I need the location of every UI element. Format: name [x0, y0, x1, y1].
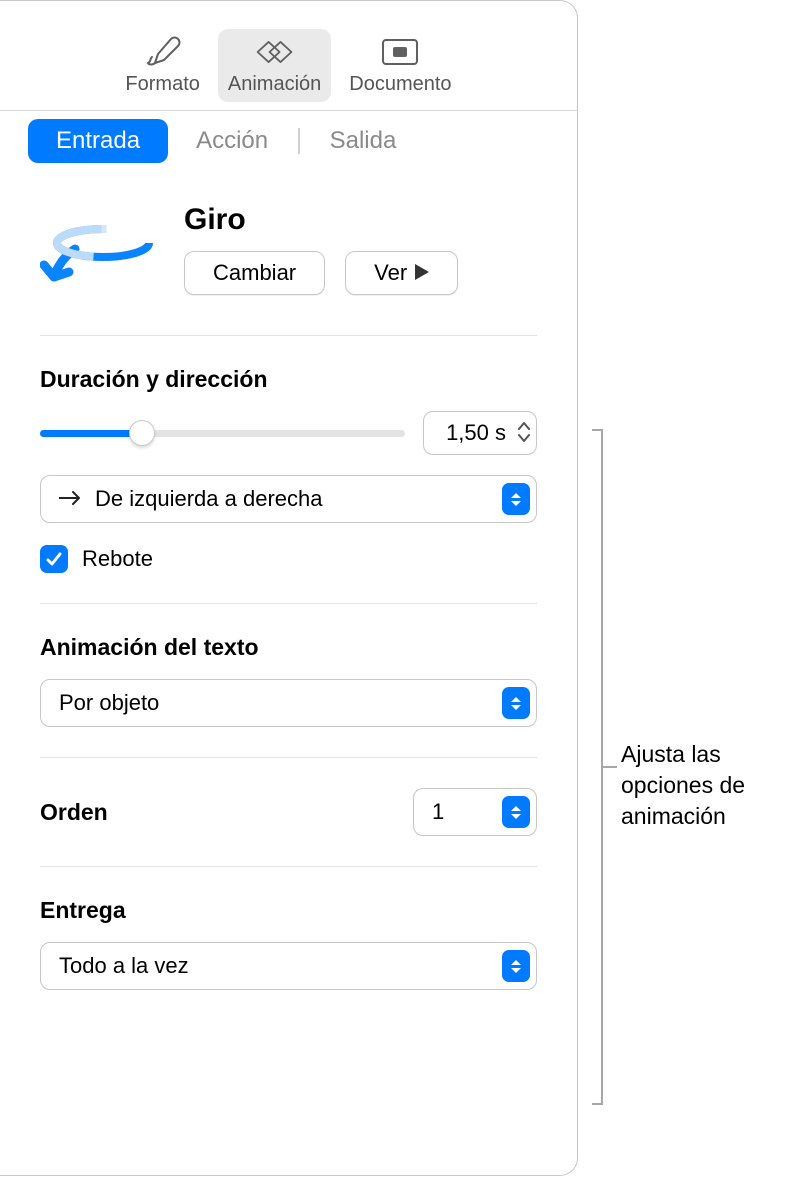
callout-tick [603, 766, 617, 768]
direction-popup[interactable]: De izquierda a derecha [40, 475, 537, 523]
duration-stepper[interactable]: 1,50 s [423, 411, 537, 455]
content-area: Giro Cambiar Ver Duración y dirección [0, 163, 577, 1020]
tab-build-in[interactable]: Entrada [28, 119, 168, 163]
bounce-checkbox[interactable] [40, 545, 68, 573]
effect-controls: Giro Cambiar Ver [184, 203, 537, 295]
popup-indicator-icon [502, 483, 530, 515]
format-tab[interactable]: Formato [115, 29, 209, 102]
stepper-down-icon[interactable] [518, 433, 530, 445]
direction-value: De izquierda a derecha [95, 486, 322, 512]
stepper-arrows[interactable] [516, 421, 536, 445]
text-animation-value: Por objeto [59, 690, 159, 716]
text-animation-section: Animación del texto Por objeto [40, 604, 537, 758]
effect-header: Giro Cambiar Ver [40, 203, 537, 336]
tab-build-out[interactable]: Salida [302, 119, 425, 163]
duration-value: 1,50 s [424, 420, 516, 446]
order-popup[interactable]: 1 [413, 788, 537, 836]
arrow-right-icon [59, 486, 83, 512]
document-tab[interactable]: Documento [339, 29, 461, 102]
inspector-panel: Formato Animación Documento Entrada A [0, 0, 578, 1176]
document-icon [379, 35, 421, 69]
top-toolbar: Formato Animación Documento [0, 1, 577, 111]
animation-subtabs: Entrada Acción Salida [0, 111, 577, 163]
delivery-value: Todo a la vez [59, 953, 189, 979]
order-value: 1 [432, 799, 444, 825]
text-animation-title: Animación del texto [40, 634, 537, 661]
brush-icon [142, 35, 184, 69]
change-button-label: Cambiar [213, 260, 296, 286]
format-label: Formato [125, 73, 199, 96]
callout-bracket [581, 429, 603, 1105]
divider [298, 128, 300, 154]
diamond-icon [254, 35, 296, 69]
order-section: Orden 1 [40, 758, 537, 867]
duration-title: Duración y dirección [40, 366, 537, 393]
preview-button[interactable]: Ver [345, 251, 458, 295]
effect-name: Giro [184, 203, 537, 237]
delivery-section: Entrega Todo a la vez [40, 867, 537, 1020]
callout-text: Ajusta las opciones de animación [621, 739, 791, 832]
popup-indicator-icon [502, 687, 530, 719]
bounce-label: Rebote [82, 546, 153, 572]
animation-tab[interactable]: Animación [218, 29, 331, 102]
animation-label: Animación [228, 73, 321, 96]
tab-action[interactable]: Acción [168, 119, 296, 163]
delivery-title: Entrega [40, 897, 537, 924]
duration-slider[interactable] [40, 420, 405, 446]
popup-indicator-icon [502, 796, 530, 828]
change-button[interactable]: Cambiar [184, 251, 325, 295]
preview-button-label: Ver [374, 260, 407, 286]
duration-section: Duración y dirección 1,50 s [40, 336, 537, 604]
document-label: Documento [349, 73, 451, 96]
delivery-popup[interactable]: Todo a la vez [40, 942, 537, 990]
play-icon [415, 260, 429, 286]
order-title: Orden [40, 799, 108, 826]
popup-indicator-icon [502, 950, 530, 982]
text-animation-popup[interactable]: Por objeto [40, 679, 537, 727]
stepper-up-icon[interactable] [518, 421, 530, 433]
spin-preview-icon [40, 209, 160, 299]
